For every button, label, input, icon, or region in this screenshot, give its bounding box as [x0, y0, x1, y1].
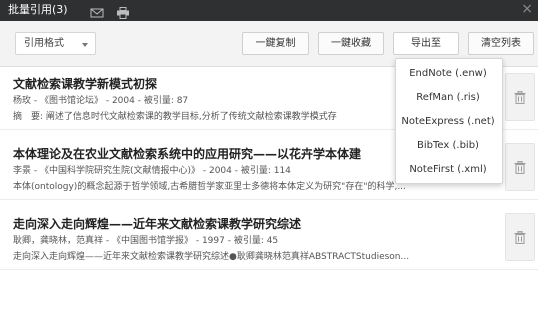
- mail-icon[interactable]: [90, 4, 104, 18]
- chevron-down-icon: [82, 43, 88, 47]
- print-icon[interactable]: [116, 4, 130, 19]
- copy-all-button[interactable]: 一鍵复制: [242, 32, 309, 55]
- record-meta: 耿卿，龚晓林，范真祥 - 《中国图书馆学报》 - 1997 - 被引量: 45: [13, 236, 279, 246]
- citation-format-select[interactable]: 引用格式: [15, 32, 96, 55]
- clear-list-button[interactable]: 清空列表: [468, 32, 534, 55]
- export-notefirst-item[interactable]: NoteFirst (.xml): [396, 158, 500, 182]
- record-abstract: 走向深入走向辉煌——近年来文献检索课教学研究综述●耿卿龚晓林范真祥ABSTRAC…: [13, 252, 410, 262]
- list-item: 走向深入走向辉煌——近年来文献检索课教学研究综述 耿卿，龚晓林，范真祥 - 《中…: [0, 207, 538, 270]
- citation-format-label: 引用格式: [24, 38, 64, 49]
- export-refman-item[interactable]: RefMan (.ris): [396, 86, 500, 110]
- trash-icon: [514, 91, 526, 104]
- delete-button[interactable]: [505, 143, 535, 191]
- delete-button[interactable]: [505, 213, 535, 261]
- export-bibtex-item[interactable]: BibTex (.bib): [396, 134, 500, 158]
- window-title: 批量引用(3): [8, 3, 68, 16]
- trash-icon: [514, 231, 526, 244]
- close-icon[interactable]: ×: [521, 1, 533, 18]
- delete-button[interactable]: [505, 73, 535, 121]
- export-button[interactable]: 导出至: [393, 32, 459, 55]
- trash-icon: [514, 161, 526, 174]
- export-menu: EndNote (.enw) RefMan (.ris) NoteExpress…: [395, 58, 503, 184]
- export-endnote-item[interactable]: EndNote (.enw): [396, 62, 500, 86]
- record-title[interactable]: 走向深入走向辉煌——近年来文献检索课教学研究综述: [13, 216, 503, 232]
- save-all-button[interactable]: 一鍵收藏: [318, 32, 384, 55]
- export-noteexpress-item[interactable]: NoteExpress (.net): [396, 110, 500, 134]
- title-bar: 批量引用(3) ×: [0, 0, 538, 21]
